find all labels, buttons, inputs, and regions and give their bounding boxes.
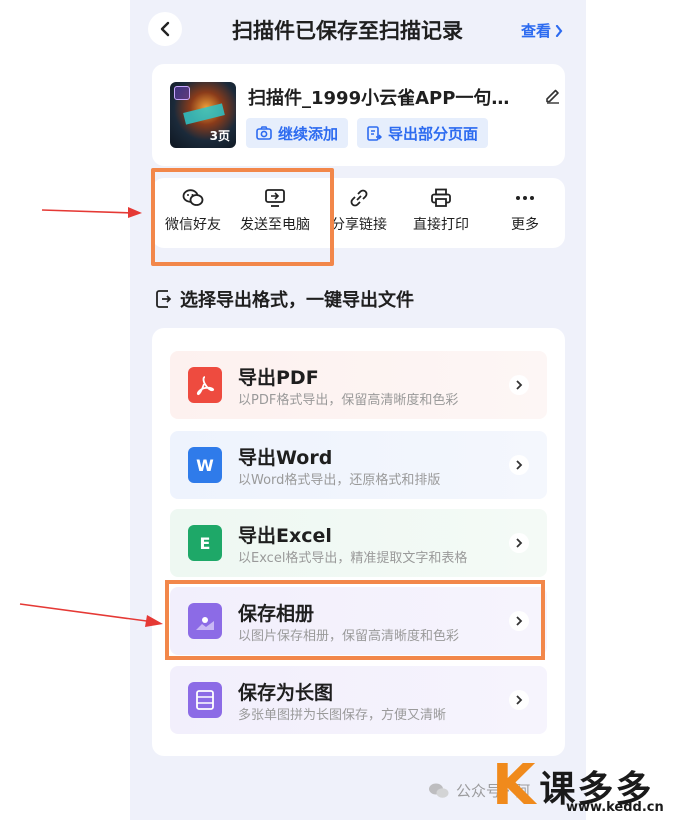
file-card: 3页 扫描件_1999小云雀APP一句… 继续添加 导出部分页面 (152, 64, 565, 166)
chevron-right-icon (509, 533, 529, 553)
chevron-right-icon (509, 375, 529, 395)
more-icon (516, 196, 534, 200)
export-pdf-option[interactable]: 导出PDF 以PDF格式导出，保留高清晰度和色彩 (170, 351, 547, 419)
thumbnail-graphic (183, 103, 225, 125)
export-word-title: 导出Word (238, 447, 333, 469)
image-badge-icon (174, 86, 190, 100)
save-long-image-desc: 多张单图拼为长图保存，方便又清晰 (238, 708, 447, 723)
share-link-label: 分享链接 (331, 217, 387, 233)
highlight-box-share (151, 168, 334, 266)
view-records-link[interactable]: 查看 (521, 20, 563, 41)
export-pages-label: 导出部分页面 (388, 124, 479, 143)
red-arrow-annotation (19, 603, 163, 627)
chevron-right-icon (509, 690, 529, 710)
export-excel-option[interactable]: E 导出Excel 以Excel格式导出，精准提取文字和表格 (170, 509, 547, 577)
page-title: 扫描件已保存至扫描记录 (232, 19, 463, 43)
back-button[interactable] (148, 12, 182, 46)
save-long-image-option[interactable]: 保存为长图 多张单图拼为长图保存，方便又清晰 (170, 666, 547, 734)
file-thumbnail[interactable]: 3页 (170, 82, 236, 148)
link-icon (350, 189, 368, 207)
chevron-right-icon (555, 24, 563, 37)
document-export-icon (367, 125, 382, 141)
excel-icon: E (188, 525, 222, 561)
wechat-icon (429, 783, 449, 798)
export-excel-desc: 以Excel格式导出，精准提取文字和表格 (238, 551, 468, 566)
highlight-box-album (165, 580, 545, 660)
edit-icon[interactable] (544, 86, 562, 108)
export-pdf-title: 导出PDF (238, 367, 319, 389)
watermark-url: www.kedd.cn (566, 800, 664, 815)
word-icon: W (188, 447, 222, 483)
share-more[interactable]: 更多 (490, 188, 560, 242)
view-link-label: 查看 (521, 22, 552, 40)
share-link[interactable]: 分享链接 (324, 188, 394, 242)
export-excel-title: 导出Excel (238, 525, 332, 547)
page-count: 3页 (209, 129, 230, 143)
camera-icon (256, 126, 272, 140)
export-word-option[interactable]: W 导出Word 以Word格式导出，还原格式和排版 (170, 431, 547, 499)
red-arrow-annotation (41, 207, 142, 218)
printer-icon (431, 188, 451, 207)
export-word-desc: 以Word格式导出，还原格式和排版 (238, 473, 441, 488)
save-long-image-title: 保存为长图 (238, 682, 334, 704)
export-file-icon (156, 290, 172, 308)
pdf-icon (188, 367, 222, 403)
export-pages-button[interactable]: 导出部分页面 (357, 118, 489, 148)
continue-add-button[interactable]: 继续添加 (246, 118, 349, 148)
chevron-right-icon (509, 455, 529, 475)
continue-add-label: 继续添加 (278, 124, 339, 143)
section-title: 选择导出格式，一键导出文件 (156, 286, 414, 312)
file-name: 扫描件_1999小云雀APP一句… (248, 88, 510, 109)
export-pdf-desc: 以PDF格式导出，保留高清晰度和色彩 (238, 393, 459, 408)
share-more-label: 更多 (511, 217, 539, 233)
section-title-text: 选择导出格式，一键导出文件 (180, 290, 414, 311)
share-print[interactable]: 直接打印 (406, 188, 476, 242)
brand-k-icon: K (492, 753, 536, 818)
chevron-left-icon (160, 21, 170, 37)
share-print-label: 直接打印 (413, 217, 469, 233)
long-image-icon (188, 682, 222, 718)
